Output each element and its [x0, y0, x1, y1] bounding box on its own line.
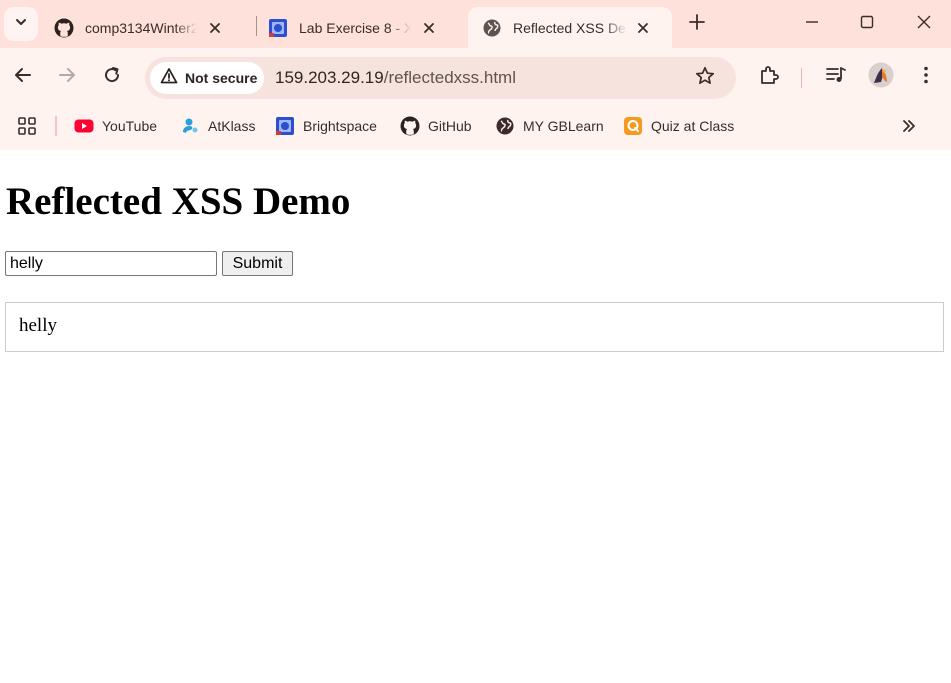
maximize-button[interactable] — [855, 12, 879, 36]
gbc-icon — [275, 116, 295, 136]
minimize-icon — [804, 14, 820, 35]
bookmarks-divider — [55, 116, 57, 136]
bookmark-brightspace[interactable]: Brightspace — [275, 115, 377, 137]
star-icon — [695, 66, 715, 91]
bookmark-star-button[interactable] — [694, 66, 716, 91]
toolbar-divider — [801, 68, 802, 88]
tab-search-button[interactable] — [4, 7, 38, 41]
profile-button[interactable] — [867, 62, 895, 93]
tab-reflected-xss[interactable]: Reflected XSS Demo — [468, 7, 672, 48]
bookmark-label: MY GBLearn — [523, 118, 604, 134]
tab-title: Reflected XSS Demo — [513, 19, 627, 36]
reload-icon — [102, 65, 122, 90]
playlist-icon — [825, 64, 847, 91]
url-host: 159.203.29.19 — [275, 68, 384, 87]
atklass-icon — [180, 116, 200, 136]
bookmark-github[interactable]: GitHub — [400, 115, 472, 137]
browser-toolbar: Not secure 159.203.29.19/reflectedxss.ht… — [0, 48, 951, 106]
minimize-button[interactable] — [800, 12, 824, 36]
close-icon — [916, 14, 932, 35]
url-text[interactable]: 159.203.29.19/reflectedxss.html — [275, 68, 516, 88]
tab-strip: comp3134Winter2025 Lab Exercise 8 - XLS … — [0, 0, 951, 48]
close-tab-icon[interactable] — [205, 18, 225, 38]
quiz-icon — [623, 116, 643, 136]
bookmarks-bar: YouTube AtKlass Brightspace GitHub MY GB… — [0, 106, 951, 150]
globe-icon — [495, 116, 515, 136]
plus-icon — [689, 13, 705, 35]
page-content: Reflected XSS Demo Submit helly — [0, 150, 951, 683]
youtube-icon — [74, 116, 94, 136]
bookmark-label: Brightspace — [303, 118, 377, 134]
arrow-right-icon — [57, 65, 77, 90]
bookmark-label: YouTube — [102, 118, 158, 134]
new-tab-button[interactable] — [686, 13, 708, 35]
puzzle-icon — [759, 64, 781, 91]
close-tab-icon[interactable] — [633, 18, 653, 38]
bookmark-label: GitHub — [428, 118, 472, 134]
extensions-button[interactable] — [757, 64, 783, 90]
avatar — [868, 62, 894, 93]
more-vertical-icon — [916, 65, 936, 90]
bookmark-my-gblearn[interactable]: MY GBLearn — [495, 115, 604, 137]
page-title: Reflected XSS Demo — [6, 180, 351, 223]
media-controls-button[interactable] — [823, 64, 849, 90]
close-tab-icon[interactable] — [419, 18, 439, 38]
forward-button[interactable] — [54, 64, 80, 90]
warning-icon — [160, 67, 178, 90]
bookmark-quiz-at-class[interactable]: Quiz at Class — [623, 115, 734, 137]
security-indicator[interactable]: Not secure — [150, 62, 264, 94]
reflected-output: helly — [5, 302, 944, 352]
bookmark-atklass[interactable]: AtKlass — [180, 115, 255, 137]
globe-icon — [482, 18, 502, 38]
tab-comp3134[interactable]: comp3134Winter2025 — [40, 7, 252, 48]
close-window-button[interactable] — [912, 12, 936, 36]
maximize-icon — [859, 14, 875, 35]
back-button[interactable] — [10, 64, 36, 90]
apps-button[interactable] — [17, 115, 45, 137]
github-icon — [54, 18, 74, 38]
address-bar[interactable]: Not secure 159.203.29.19/reflectedxss.ht… — [145, 57, 736, 99]
arrow-left-icon — [13, 65, 33, 90]
chevron-double-right-icon — [899, 116, 919, 136]
apps-grid-icon — [17, 116, 37, 136]
search-input[interactable] — [5, 251, 217, 276]
submit-button[interactable]: Submit — [222, 251, 293, 276]
tab-lab-exercise[interactable]: Lab Exercise 8 - XLS — [254, 7, 466, 48]
gbc-icon — [268, 18, 288, 38]
bookmark-label: Quiz at Class — [651, 118, 735, 134]
chevron-down-icon — [14, 15, 28, 34]
bookmark-youtube[interactable]: YouTube — [74, 115, 157, 137]
security-label: Not secure — [185, 70, 258, 86]
menu-button[interactable] — [913, 64, 939, 90]
bookmark-label: AtKlass — [208, 118, 256, 134]
reload-button[interactable] — [99, 64, 125, 90]
github-icon — [400, 116, 420, 136]
tab-title: Lab Exercise 8 - XLS — [299, 19, 411, 36]
bookmarks-overflow-button[interactable] — [899, 115, 927, 137]
tab-title: comp3134Winter2025 — [85, 19, 197, 36]
url-path: /reflectedxss.html — [383, 68, 516, 87]
